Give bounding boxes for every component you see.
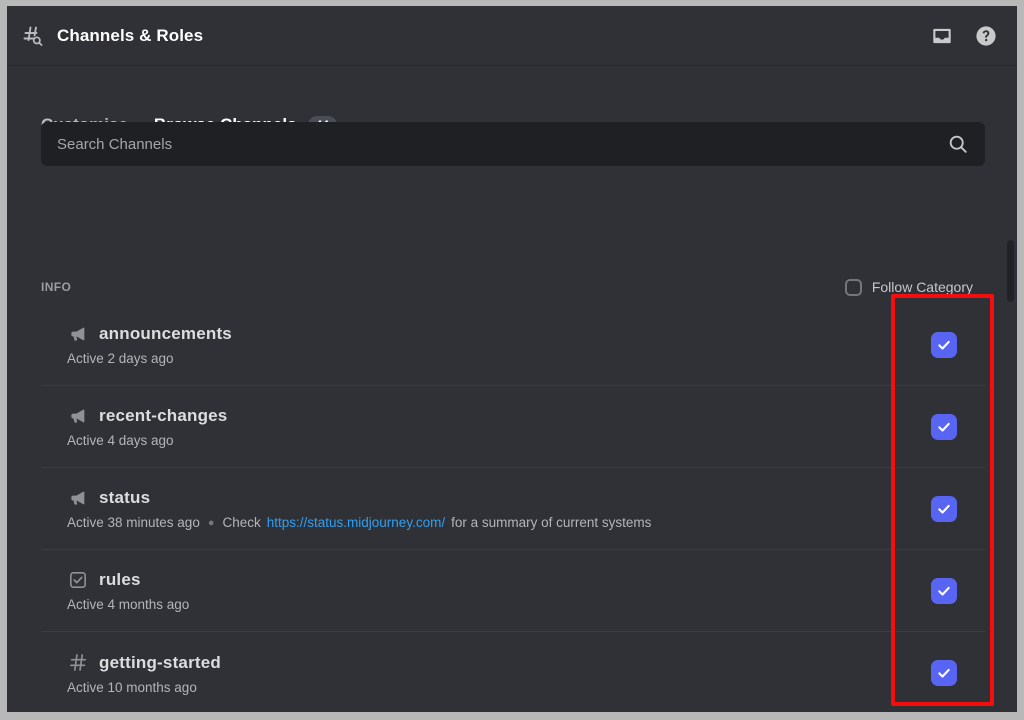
channel-meta: Active 10 months ago <box>67 680 985 695</box>
channel-active-text: Active 2 days ago <box>67 351 174 366</box>
channel-name: rules <box>99 570 141 590</box>
channel-description-prefix: Check <box>222 515 260 530</box>
separator-dot: ● <box>206 517 217 529</box>
channel-description-link[interactable]: https://status.midjourney.com/ <box>267 515 445 530</box>
hash-search-icon <box>19 22 47 50</box>
scrollbar[interactable] <box>1007 66 1015 712</box>
announcement-channel-icon <box>67 487 89 509</box>
channel-name: recent-changes <box>99 406 227 426</box>
announcement-channel-icon <box>67 323 89 345</box>
channel-name: status <box>99 488 150 508</box>
channel-name: getting-started <box>99 653 221 673</box>
search-channels-bar[interactable] <box>41 122 985 166</box>
channel-list: announcements Active 2 days ago <box>41 304 985 712</box>
help-icon[interactable] <box>973 23 999 49</box>
channel-follow-checkbox[interactable] <box>931 414 957 440</box>
header-actions <box>929 23 999 49</box>
channel-follow-checkbox[interactable] <box>931 496 957 522</box>
announcement-channel-icon <box>67 405 89 427</box>
panel-header: Channels & Roles <box>7 6 1017 66</box>
channel-active-text: Active 4 days ago <box>67 433 174 448</box>
follow-category-label: Follow Category <box>872 279 973 295</box>
channel-follow-checkbox[interactable] <box>931 332 957 358</box>
follow-category-checkbox[interactable] <box>845 279 862 296</box>
channel-meta: Active 2 days ago <box>67 351 985 366</box>
search-input[interactable] <box>57 136 947 153</box>
follow-category-control[interactable]: Follow Category <box>845 279 985 296</box>
category-header: INFO Follow Category <box>41 272 985 302</box>
page-title: Channels & Roles <box>57 26 203 46</box>
channel-follow-checkbox[interactable] <box>931 578 957 604</box>
table-row[interactable]: getting-started Active 10 months ago <box>41 632 985 712</box>
channel-meta: Active 38 minutes ago ● Check https://st… <box>67 515 985 530</box>
channel-description-suffix: for a summary of current systems <box>451 515 651 530</box>
channel-follow-checkbox[interactable] <box>931 660 957 686</box>
table-row[interactable]: recent-changes Active 4 days ago <box>41 386 985 468</box>
channel-active-text: Active 10 months ago <box>67 680 197 695</box>
channel-name: announcements <box>99 324 232 344</box>
inbox-icon[interactable] <box>929 23 955 49</box>
channel-active-text: Active 4 months ago <box>67 597 189 612</box>
channel-meta: Active 4 months ago <box>67 597 985 612</box>
text-channel-icon <box>67 652 89 674</box>
channels-and-roles-panel: Channels & Roles Customise <box>7 6 1017 712</box>
table-row[interactable]: rules Active 4 months ago <box>41 550 985 632</box>
screenshot-frame: Channels & Roles Customise <box>0 0 1024 720</box>
category-name: INFO <box>41 280 71 294</box>
channel-meta: Active 4 days ago <box>67 433 985 448</box>
channel-active-text: Active 38 minutes ago <box>67 515 200 530</box>
rules-channel-icon <box>67 569 89 591</box>
search-icon[interactable] <box>947 133 969 155</box>
table-row[interactable]: status Active 38 minutes ago ● Check htt… <box>41 468 985 550</box>
scrollbar-thumb[interactable] <box>1007 240 1014 302</box>
table-row[interactable]: announcements Active 2 days ago <box>41 304 985 386</box>
